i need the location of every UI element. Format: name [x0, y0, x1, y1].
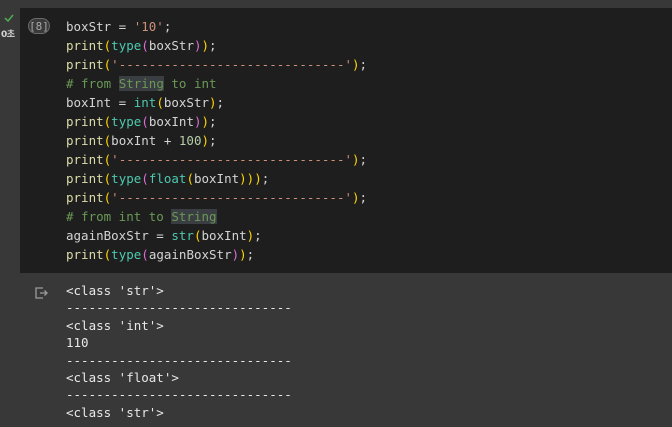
code-token: print — [66, 171, 104, 186]
code-line[interactable]: print(type(boxStr)); — [66, 36, 367, 55]
code-token: '------------------------------' — [111, 57, 352, 72]
code-token: ; — [216, 95, 225, 110]
code-token: ) — [209, 95, 217, 110]
code-token: boxInt — [193, 171, 240, 186]
code-line[interactable]: boxInt = int(boxStr); — [66, 93, 367, 112]
code-token: ) — [352, 152, 360, 167]
code-token: print — [66, 114, 104, 129]
code-token: ( — [186, 171, 194, 186]
code-token: ) — [231, 247, 240, 262]
code-token: print — [66, 247, 104, 262]
code-editor[interactable]: boxStr = '10'; print(type(boxStr)); print(… — [66, 17, 367, 264]
code-token: boxInt — [148, 114, 194, 129]
code-token: ; — [359, 152, 368, 167]
output-line: <class 'int'> — [66, 317, 164, 333]
code-token: float — [148, 171, 187, 186]
code-token: String — [171, 209, 217, 224]
code-line[interactable]: print(boxInt + 100); — [66, 131, 367, 150]
output-line: ------------------------------ — [66, 300, 292, 316]
code-token: ) — [193, 38, 202, 53]
code-token: ) — [201, 114, 210, 129]
code-line[interactable]: print(type(boxInt)); — [66, 112, 367, 131]
code-line[interactable]: againBoxStr = str(boxInt); — [66, 226, 367, 245]
code-line[interactable]: # from String to int — [66, 74, 367, 93]
code-token: ) — [352, 57, 360, 72]
code-token: ( — [156, 95, 164, 110]
code-token: ) — [352, 190, 360, 205]
code-line[interactable]: print('------------------------------'); — [66, 55, 367, 74]
code-token: ( — [141, 114, 149, 129]
output-icon[interactable] — [34, 286, 48, 300]
code-token: print — [66, 57, 104, 72]
code-token: ( — [141, 171, 149, 186]
code-token: type — [111, 247, 142, 262]
code-token: 100 — [178, 133, 202, 148]
output-line: <class 'str'> — [66, 404, 164, 420]
code-token: boxInt — [201, 228, 247, 243]
code-token: ) — [193, 114, 202, 129]
code-line[interactable]: print(type(againBoxStr)); — [66, 245, 367, 264]
code-line[interactable]: print(type(float(boxInt))); — [66, 169, 367, 188]
code-token: againBoxStr — [148, 247, 232, 262]
code-token: ; — [359, 190, 368, 205]
code-token: str — [171, 228, 194, 243]
code-token: to int — [163, 76, 217, 91]
cell-output: <class 'str'> ---------------------------… — [66, 282, 292, 421]
code-token: print — [66, 190, 104, 205]
execution-time: 0초 — [1, 30, 15, 40]
code-token: ) — [201, 38, 210, 53]
output-line: <class 'float'> — [66, 369, 179, 385]
code-token: ( — [141, 247, 149, 262]
code-token: '10' — [133, 19, 164, 34]
code-line[interactable]: boxStr = '10'; — [66, 17, 367, 36]
code-token: ; — [209, 114, 217, 129]
code-line[interactable]: print('------------------------------'); — [66, 150, 367, 169]
code-token: ( — [141, 38, 149, 53]
code-token: print — [66, 38, 104, 53]
code-token: boxStr — [148, 38, 194, 53]
output-line: 110 — [66, 335, 89, 351]
output-line: ------------------------------ — [66, 352, 292, 368]
code-token: type — [111, 114, 142, 129]
code-cell[interactable]: [8] boxStr = '10'; print(type(boxStr)); pr… — [20, 8, 672, 273]
code-token: ; — [246, 247, 255, 262]
code-token: print — [66, 152, 104, 167]
cell-gutter: 0초 — [0, 0, 20, 60]
code-token: int — [133, 95, 157, 110]
code-token: ))) — [239, 171, 262, 186]
output-line: ------------------------------ — [66, 387, 292, 403]
code-token: '------------------------------' — [111, 152, 352, 167]
run-cell-button[interactable]: [8] — [28, 18, 50, 34]
code-token: type — [111, 38, 142, 53]
code-token: # from — [66, 76, 119, 91]
notebook-view: 0초 [8] boxStr = '10'; print(type(boxStr))… — [0, 0, 672, 427]
code-line[interactable]: print('------------------------------'); — [66, 188, 367, 207]
code-token: againBoxStr = — [66, 228, 172, 243]
check-icon — [4, 14, 14, 22]
code-token: String — [118, 76, 164, 91]
code-token: print — [66, 133, 104, 148]
code-token: boxStr = — [66, 19, 134, 34]
code-token: ; — [163, 19, 172, 34]
output-line: <class 'str'> — [66, 283, 164, 298]
code-token: ; — [209, 38, 217, 53]
code-token: # from int to — [66, 209, 172, 224]
code-line[interactable]: # from int to String — [66, 207, 367, 226]
code-token: ; — [254, 228, 262, 243]
code-token: ; — [261, 171, 270, 186]
code-token: boxInt = — [66, 95, 134, 110]
code-token: '------------------------------' — [111, 190, 352, 205]
code-token: ; — [209, 133, 217, 148]
code-token: ; — [359, 57, 368, 72]
code-token: type — [111, 171, 142, 186]
code-token: ) — [239, 247, 247, 262]
code-token: boxStr — [163, 95, 209, 110]
code-token: boxInt + — [111, 133, 179, 148]
code-token: ) — [201, 133, 210, 148]
